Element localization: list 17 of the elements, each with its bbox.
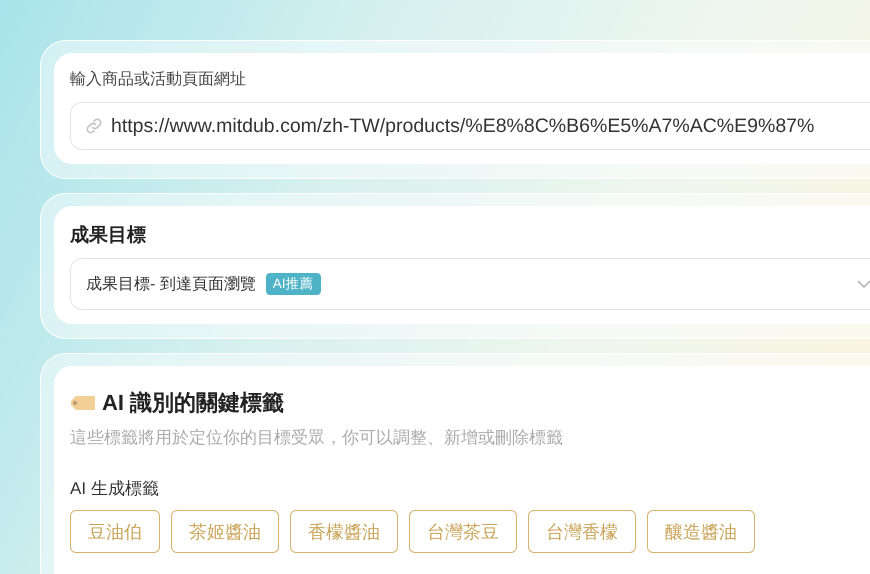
link-icon — [85, 117, 103, 135]
url-field[interactable]: https://www.mitdub.com/zh-TW/products/%E8%8C%B6%E5%A7%AC%E9%87% — [70, 102, 870, 150]
keyword-tag[interactable]: 台灣茶豆 — [409, 510, 517, 553]
tag-icon — [70, 395, 96, 411]
goal-dropdown[interactable]: 成果目標- 到達頁面瀏覽 AI推薦 — [70, 258, 870, 310]
keyword-tag[interactable]: 香檬醬油 — [290, 510, 398, 553]
keyword-tag[interactable]: 豆油伯 — [70, 510, 160, 553]
keyword-tag[interactable]: 釀造醬油 — [647, 510, 755, 553]
ai-recommended-badge: AI推薦 — [266, 273, 321, 295]
section-description: 這些標籤將用於定位你的目標受眾，你可以調整、新增或刪除標籤 — [70, 427, 564, 449]
keyword-tag[interactable]: 台灣香檬 — [528, 510, 636, 553]
section-title: AI 識別的關鍵標籤 — [102, 389, 284, 417]
field-label: 輸入商品或活動頁面網址 — [70, 70, 247, 90]
keyword-tag[interactable]: 茶姬醬油 — [171, 510, 279, 553]
group-label: AI 生成標籤 — [70, 478, 160, 500]
section-title: 成果目標 — [70, 224, 147, 248]
chevron-down-icon — [857, 280, 870, 288]
